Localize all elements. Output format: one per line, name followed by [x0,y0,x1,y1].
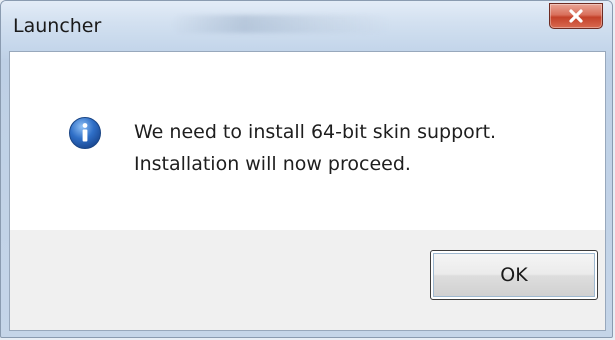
ok-button[interactable]: OK [430,250,598,300]
info-icon [69,117,101,149]
background-window-title-blur [171,15,391,33]
window-title: Launcher [13,15,102,37]
title-bar[interactable]: Launcher [1,1,612,51]
message-line-2: Installation will now proceed. [134,153,411,175]
close-button[interactable] [549,3,603,29]
message-area: We need to install 64-bit skin support. … [10,52,605,230]
message-line-1: We need to install 64-bit skin support. [134,121,497,143]
launcher-dialog-window: Launcher We need to install 64-bit skin … [0,0,613,338]
dialog-message: We need to install 64-bit skin support. … [134,116,496,180]
dialog-client-area: We need to install 64-bit skin support. … [9,51,606,331]
close-icon [569,9,583,23]
button-bar: OK [10,230,605,330]
